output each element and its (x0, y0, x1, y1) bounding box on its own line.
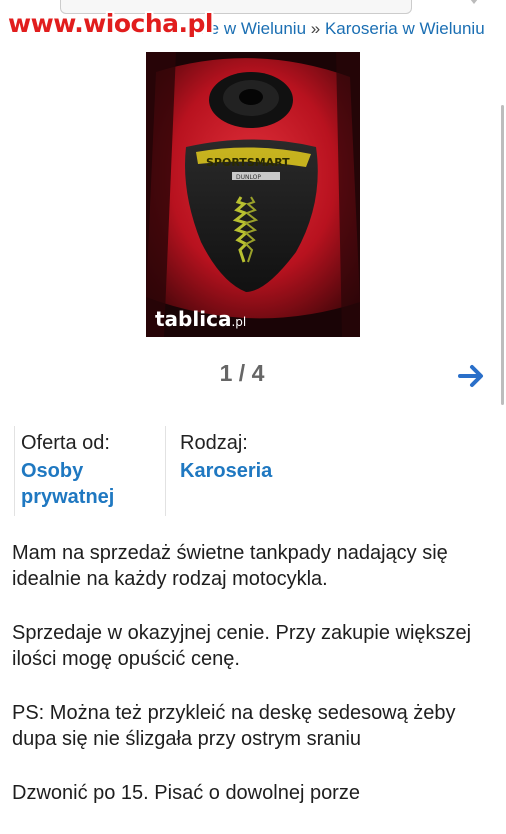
listing-photo[interactable]: SPORTSMART DUNLOP tablica.pl (146, 52, 360, 337)
description-paragraph: Mam na sprzedaż świetne tankpady nadając… (12, 542, 448, 590)
breadcrumb-separator: » (310, 19, 321, 38)
tankpad-image: SPORTSMART DUNLOP (146, 52, 360, 337)
watermark-logo: www.wiocha.pl (8, 9, 213, 38)
breadcrumb-item-current[interactable]: Karoseria w Wieluniu (325, 19, 485, 38)
scrollbar[interactable] (501, 105, 504, 405)
description-paragraph: PS: Można też przykleić na deskę sedesow… (12, 702, 456, 750)
listing-attributes: Oferta od: Osoby prywatnej Rodzaj: Karos… (14, 426, 274, 516)
svg-text:DUNLOP: DUNLOP (236, 174, 261, 181)
description-paragraph: Sprzedaje w okazyjnej cenie. Przy zakupi… (12, 622, 472, 670)
offer-from-label: Oferta od: (21, 432, 110, 454)
type-label: Rodzaj: (180, 432, 248, 454)
tablica-logo: tablica.pl (155, 307, 247, 331)
dropdown-arrow-icon[interactable] (466, 0, 482, 4)
arrow-right-icon[interactable] (458, 363, 486, 389)
offer-from-cell: Oferta od: Osoby prywatnej (14, 426, 166, 516)
type-cell: Rodzaj: Karoseria (172, 426, 282, 516)
offer-from-value[interactable]: Osoby prywatnej (21, 458, 165, 510)
description-paragraph: Dzwonić po 15. Pisać o dowolnej porze (12, 782, 360, 804)
listing-description: Mam na sprzedaż świetne tankpady nadając… (12, 540, 498, 834)
type-value[interactable]: Karoseria (180, 458, 282, 484)
gallery-counter: 1 / 4 (219, 360, 265, 386)
breadcrumb-item-partial[interactable]: ne w Wieluniu (200, 19, 306, 38)
svg-text:SPORTSMART: SPORTSMART (206, 156, 290, 169)
